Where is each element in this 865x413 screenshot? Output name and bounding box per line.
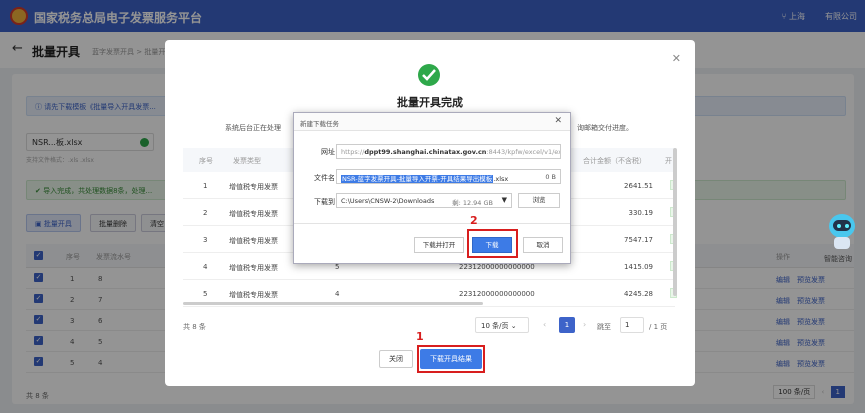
invoice-serial: 4	[335, 290, 340, 298]
new-download-dialog: 新建下载任务 ✕ 网址： https://dppt99.shanghai.chi…	[293, 112, 571, 264]
page-size-select[interactable]: 10 条/页 ⌄	[475, 317, 529, 333]
annotation-step-2: 2	[470, 214, 478, 227]
total-amount: 4245.28	[624, 290, 653, 298]
success-check-icon	[418, 64, 440, 86]
invoice-serial: 5	[335, 263, 340, 271]
invoice-type: 增值税专用发票	[229, 210, 278, 218]
robot-icon	[829, 214, 855, 238]
modal-description: 系统后台正在处理	[225, 124, 281, 132]
invoice-type: 增值税专用发票	[229, 183, 278, 191]
chevron-down-icon: ⌄	[510, 322, 517, 330]
assistant-label: 智能咨询	[824, 255, 852, 263]
robot-eye	[845, 224, 849, 228]
jump-label: 跳至	[597, 323, 611, 331]
total-amount: 1415.09	[624, 263, 653, 271]
column-header: 开	[665, 157, 672, 165]
robot-eye	[837, 224, 841, 228]
file-size: 0 B	[545, 173, 556, 181]
close-icon[interactable]: ✕	[554, 116, 562, 126]
next-page-icon[interactable]: ›	[583, 320, 586, 329]
url-path: :8443/kpfw/excel/v1/excelError	[486, 148, 561, 156]
invoice-type: 增值税专用发票	[229, 264, 278, 272]
row-index: 4	[203, 263, 208, 271]
download-path: C:\Users\CNSW-2\Downloads	[341, 197, 435, 205]
download-and-open-button[interactable]: 下载并打开	[414, 237, 464, 253]
result-total: 共 8 条	[183, 323, 206, 331]
dialog-titlebar[interactable]: 新建下载任务 ✕	[294, 113, 570, 131]
invoice-type: 增值税专用发票	[229, 237, 278, 245]
modal-title: 批量开具完成	[397, 96, 463, 109]
cancel-button[interactable]: 取消	[523, 237, 563, 253]
row-index: 1	[203, 182, 208, 190]
row-index: 3	[203, 236, 208, 244]
filename-selected: NSR-蓝字发票开具-批量导入开票-开具结果导出模板	[341, 175, 494, 183]
jump-page-input[interactable]: 1	[620, 317, 644, 333]
total-amount: 330.19	[628, 209, 654, 217]
close-icon[interactable]: ✕	[672, 52, 681, 65]
download-path-select[interactable]: C:\Users\CNSW-2\Downloads 剩: 12.94 GB ▼	[336, 193, 512, 208]
smart-assistant[interactable]: 智能咨询	[824, 214, 860, 264]
invoice-number: 22312000000000000	[459, 290, 535, 298]
browse-button[interactable]: 浏览	[518, 193, 560, 208]
page-number-current[interactable]: 1	[559, 317, 575, 333]
url-prefix: https://	[341, 148, 365, 156]
url-host: dppt99.shanghai.chinatax.gov.cn	[364, 148, 487, 156]
vertical-scrollbar[interactable]	[673, 148, 677, 296]
filename-extension: .xlsx	[493, 175, 509, 183]
row-index: 5	[203, 290, 208, 298]
total-pages: / 1 页	[649, 323, 668, 331]
dialog-divider	[294, 223, 570, 224]
prev-page-icon[interactable]: ‹	[543, 320, 546, 329]
column-header: 合计金额（不含税）	[583, 157, 646, 165]
invoice-type: 增值税专用发票	[229, 291, 278, 299]
filename-input[interactable]: NSR-蓝字发票开具-批量导入开票-开具结果导出模板.xlsx 0 B	[336, 169, 561, 184]
dialog-title: 新建下载任务	[300, 120, 339, 128]
column-header: 发票类型	[233, 157, 261, 165]
annotation-highlight	[417, 345, 485, 373]
disk-space: 剩: 12.94 GB	[452, 199, 493, 207]
total-amount: 7547.17	[624, 236, 653, 244]
close-button[interactable]: 关闭	[379, 350, 413, 368]
column-header: 序号	[199, 157, 213, 165]
horizontal-scrollbar[interactable]	[183, 302, 483, 305]
page-size-value: 10 条/页	[481, 322, 509, 330]
invoice-number: 22312000000000000	[459, 263, 535, 271]
robot-body	[834, 237, 850, 249]
row-index: 2	[203, 209, 208, 217]
total-amount: 2641.51	[624, 182, 653, 190]
url-field[interactable]: https://dppt99.shanghai.chinatax.gov.cn:…	[336, 144, 561, 159]
dropdown-arrow-icon[interactable]: ▼	[502, 196, 507, 204]
annotation-step-1: 1	[416, 330, 424, 343]
modal-description-end: 询邮箱交付进度。	[577, 124, 633, 132]
annotation-highlight	[467, 229, 518, 258]
